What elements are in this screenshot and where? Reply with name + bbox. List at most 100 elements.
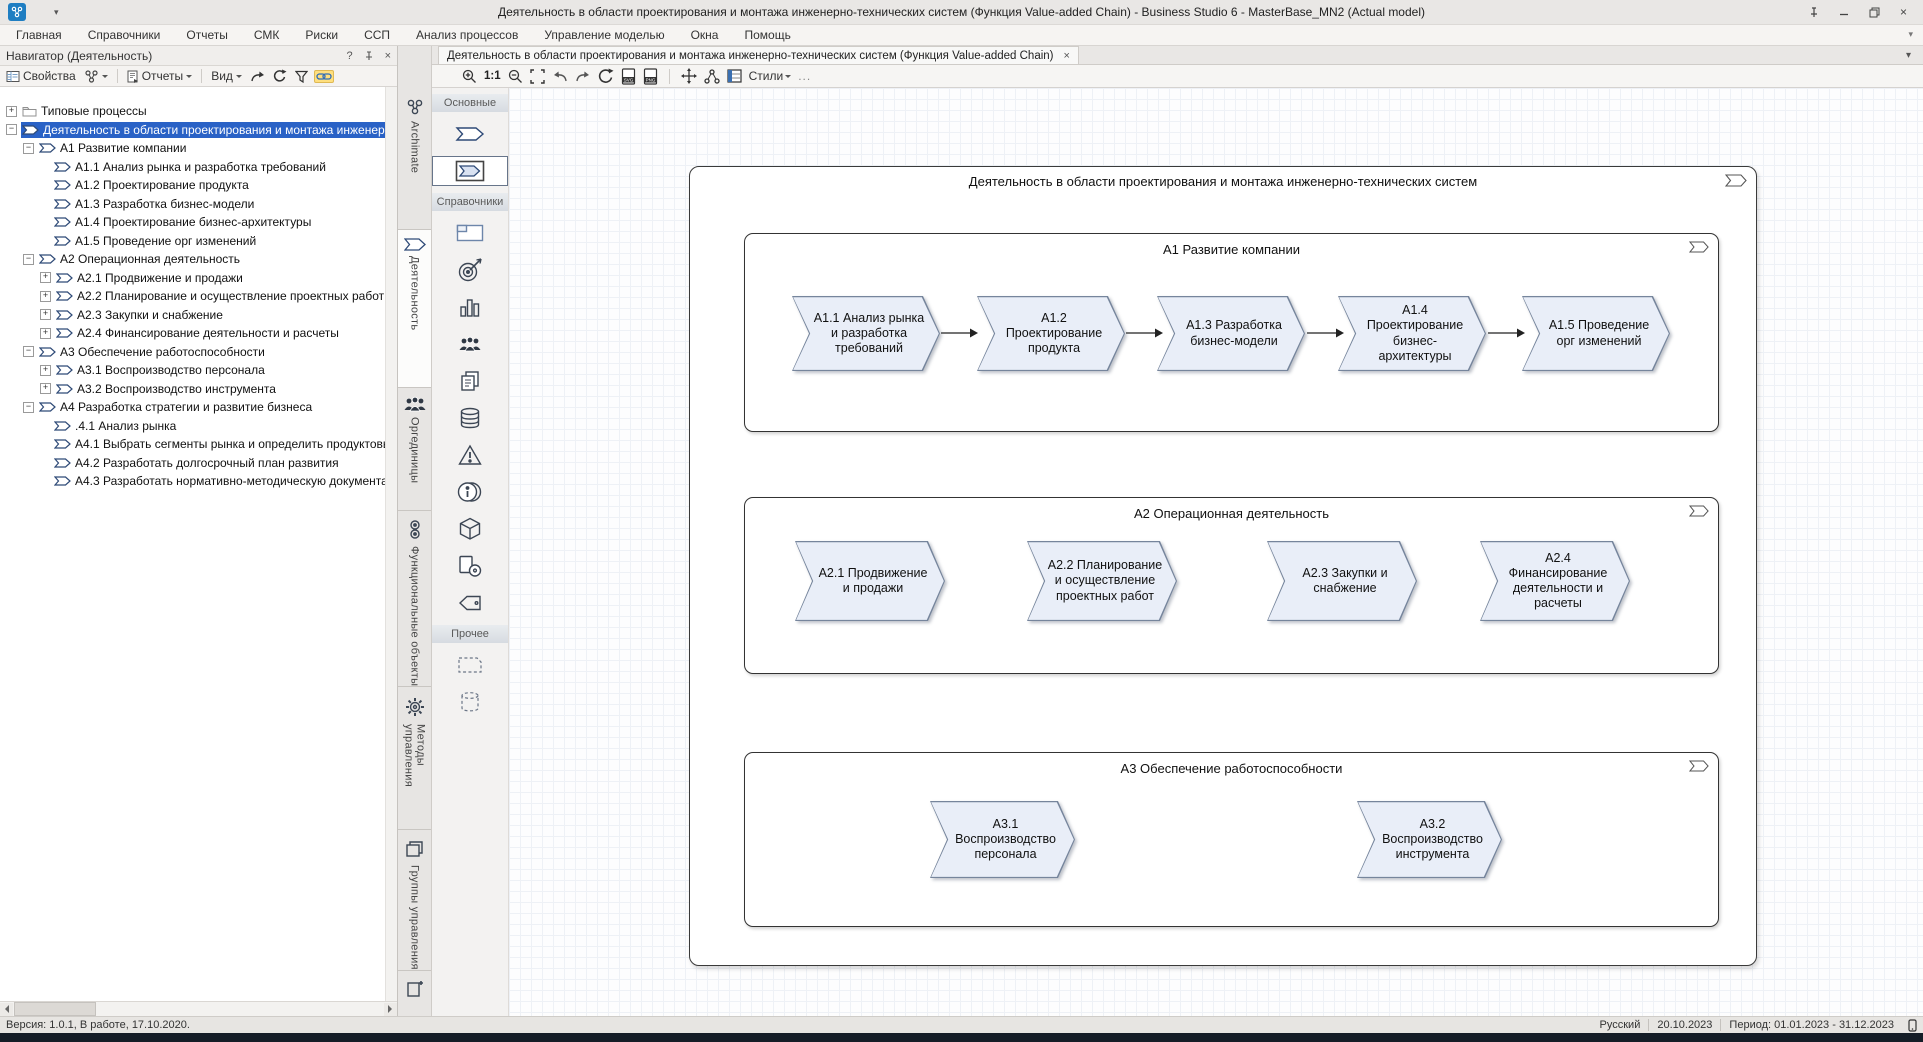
menu-overflow-icon[interactable]: ▾ bbox=[1908, 29, 1913, 40]
tree-item[interactable]: А1.1 Анализ рынка и разработка требовани… bbox=[0, 158, 385, 177]
palette-item-barchart[interactable] bbox=[432, 292, 508, 322]
tree-expander-icon[interactable]: − bbox=[6, 124, 17, 135]
fit-to-screen-button[interactable] bbox=[530, 69, 545, 84]
tree-item[interactable]: А1.5 Проведение орг изменений bbox=[0, 232, 385, 251]
menu-item-Риски[interactable]: Риски bbox=[305, 28, 338, 42]
period-indicator[interactable]: Период: 01.01.2023 - 31.12.2023 bbox=[1729, 1019, 1894, 1031]
palette-item-warning[interactable] bbox=[432, 440, 508, 470]
tree-vertical-scrollbar[interactable] bbox=[385, 87, 397, 1001]
zoom-in-button[interactable] bbox=[462, 69, 477, 84]
go-forward-icon[interactable] bbox=[248, 69, 267, 84]
palette-tab-Archimate[interactable]: Archimate bbox=[398, 90, 431, 230]
palette-item-vac-flat[interactable] bbox=[432, 119, 508, 149]
styles-table-icon[interactable] bbox=[727, 69, 742, 83]
palette-tab-Методы управления[interactable]: Методы управления bbox=[398, 687, 431, 830]
tree-item[interactable]: А1.2 Проектирование продукта bbox=[0, 176, 385, 195]
toolbar-more-label[interactable]: ... bbox=[798, 69, 811, 83]
vac-shape-А2.4[interactable]: А2.4 Финансирование деятельности и расче… bbox=[1480, 541, 1630, 621]
tree-expander-icon[interactable]: + bbox=[40, 272, 51, 283]
tree-item[interactable]: − А1 Развитие компании bbox=[0, 139, 385, 158]
tree-horizontal-scrollbar[interactable] bbox=[0, 1001, 397, 1016]
vac-shape-А2.1[interactable]: А2.1 Продвижение и продажи bbox=[795, 541, 945, 621]
tree-expander-icon[interactable]: − bbox=[23, 346, 34, 357]
tree-item[interactable]: + А2.2 Планирование и осуществление прое… bbox=[0, 287, 385, 306]
vac-group-a1[interactable]: А1 Развитие компании А1.1 Анализ рынка и… bbox=[744, 233, 1719, 432]
tree-item[interactable]: А4.3 Разработать нормативно-методическую… bbox=[0, 472, 385, 491]
vac-shape-А3.2[interactable]: А3.2 Воспроизводство инструмента bbox=[1357, 801, 1502, 878]
tree-item[interactable]: + А3.1 Воспроизводство персонала bbox=[0, 361, 385, 380]
tree-item[interactable]: А1.3 Разработка бизнес-модели bbox=[0, 195, 385, 214]
palette-tab-Группы управления[interactable]: Группы управления bbox=[398, 830, 431, 971]
tree-item[interactable]: + Типовые процессы bbox=[0, 102, 385, 121]
vac-shape-А2.2[interactable]: А2.2 Планирование и осуществление проект… bbox=[1027, 541, 1177, 621]
tree-item[interactable]: − А3 Обеспечение работоспособности bbox=[0, 343, 385, 362]
vac-root-container[interactable]: Деятельность в области проектирования и … bbox=[689, 166, 1757, 966]
tree-item[interactable]: А4.1 Выбрать сегменты рынка и определить… bbox=[0, 435, 385, 454]
menu-item-Помощь[interactable]: Помощь bbox=[744, 28, 790, 42]
document-tab[interactable]: Деятельность в области проектирования и … bbox=[438, 46, 1079, 64]
menu-item-Анализ процессов[interactable]: Анализ процессов bbox=[416, 28, 518, 42]
tree-item[interactable]: − А2 Операционная деятельность bbox=[0, 250, 385, 269]
close-panel-icon[interactable]: × bbox=[385, 50, 391, 62]
properties-button[interactable]: Свойства bbox=[4, 68, 78, 84]
zoom-actual-button[interactable]: 1:1 bbox=[484, 70, 501, 82]
palette-tab-Функциональные объекты[interactable]: Функциональные объекты bbox=[398, 511, 431, 687]
link-mode-button[interactable] bbox=[314, 70, 334, 83]
hierarchy-tool-button[interactable] bbox=[704, 69, 720, 84]
tab-list-icon[interactable]: ▾ bbox=[1906, 50, 1911, 61]
tree-item[interactable]: .4.1 Анализ рынка bbox=[0, 417, 385, 436]
export-svg-button[interactable]: SVG bbox=[621, 68, 636, 85]
palette-item-database[interactable] bbox=[432, 403, 508, 433]
diagram-hierarchy-button[interactable] bbox=[82, 69, 110, 84]
vac-shape-А1.4[interactable]: А1.4 Проектирование бизнес-архитектуры bbox=[1338, 296, 1486, 371]
menu-item-Справочники[interactable]: Справочники bbox=[88, 28, 161, 42]
filter-icon[interactable] bbox=[293, 69, 310, 84]
tree-item[interactable]: − А4 Разработка стратегии и развитие биз… bbox=[0, 398, 385, 417]
palette-item-frame[interactable] bbox=[432, 218, 508, 248]
palette-item-docs[interactable] bbox=[432, 366, 508, 396]
tree-expander-icon[interactable]: − bbox=[23, 402, 34, 413]
palette-item-info[interactable] bbox=[432, 477, 508, 507]
palette-item-vac-framed[interactable] bbox=[432, 156, 508, 186]
tree-expander-icon[interactable]: + bbox=[6, 106, 17, 117]
palette-tab-new[interactable] bbox=[398, 971, 431, 1016]
palette-item-people[interactable] bbox=[432, 329, 508, 359]
reports-button[interactable]: Отчеты bbox=[125, 68, 194, 84]
view-button[interactable]: Вид bbox=[209, 68, 244, 84]
vac-shape-А3.1[interactable]: А3.1 Воспроизводство персонала bbox=[930, 801, 1075, 878]
autohide-pin-icon[interactable] bbox=[365, 51, 373, 61]
pan-tool-button[interactable] bbox=[681, 68, 697, 84]
menu-item-Отчеты[interactable]: Отчеты bbox=[186, 28, 227, 42]
quick-access-toolbar-button[interactable]: ▾ bbox=[54, 7, 59, 18]
tree-item[interactable]: А1.4 Проектирование бизнес-архитектуры bbox=[0, 213, 385, 232]
restore-button[interactable] bbox=[1869, 7, 1880, 18]
refresh-icon[interactable] bbox=[271, 68, 289, 84]
scroll-left-icon[interactable] bbox=[0, 1003, 13, 1016]
tab-close-icon[interactable]: × bbox=[1064, 50, 1070, 62]
tree-item[interactable]: + А3.2 Воспроизводство инструмента bbox=[0, 380, 385, 399]
tree-expander-icon[interactable]: + bbox=[40, 365, 51, 376]
vac-shape-А1.1[interactable]: А1.1 Анализ рынка и разработка требовани… bbox=[792, 296, 940, 371]
pin-window-icon[interactable] bbox=[1809, 7, 1819, 18]
language-indicator[interactable]: Русский bbox=[1600, 1019, 1641, 1031]
mobile-device-icon[interactable] bbox=[1908, 1019, 1917, 1032]
help-icon[interactable]: ? bbox=[346, 50, 352, 62]
undo-button[interactable] bbox=[552, 70, 568, 83]
styles-button[interactable]: Стили bbox=[749, 69, 792, 83]
palette-tab-Оргединицы[interactable]: Оргединицы bbox=[398, 388, 431, 511]
menu-item-ССП[interactable]: ССП bbox=[364, 28, 390, 42]
tree-expander-icon[interactable]: + bbox=[40, 328, 51, 339]
scrollbar-thumb[interactable] bbox=[14, 1002, 96, 1016]
vac-group-a3[interactable]: А3 Обеспечение работоспособности А3.1 Во… bbox=[744, 752, 1719, 927]
minimize-button[interactable] bbox=[1839, 7, 1849, 17]
tree-item[interactable]: − Деятельность в области проектирования … bbox=[0, 121, 385, 140]
palette-tab-Деятельность[interactable]: Деятельность bbox=[398, 230, 431, 388]
vac-shape-А1.3[interactable]: А1.3 Разработка бизнес-модели bbox=[1157, 296, 1305, 371]
vac-group-a2[interactable]: А2 Операционная деятельность А2.1 Продви… bbox=[744, 497, 1719, 674]
refresh-diagram-button[interactable] bbox=[598, 68, 614, 84]
close-button[interactable]: × bbox=[1900, 6, 1907, 18]
vac-shape-А1.5[interactable]: А1.5 Проведение орг изменений bbox=[1522, 296, 1670, 371]
export-png-button[interactable]: PNG bbox=[643, 68, 658, 85]
tree-item[interactable]: + А2.3 Закупки и снабжение bbox=[0, 306, 385, 325]
menu-item-Окна[interactable]: Окна bbox=[691, 28, 719, 42]
